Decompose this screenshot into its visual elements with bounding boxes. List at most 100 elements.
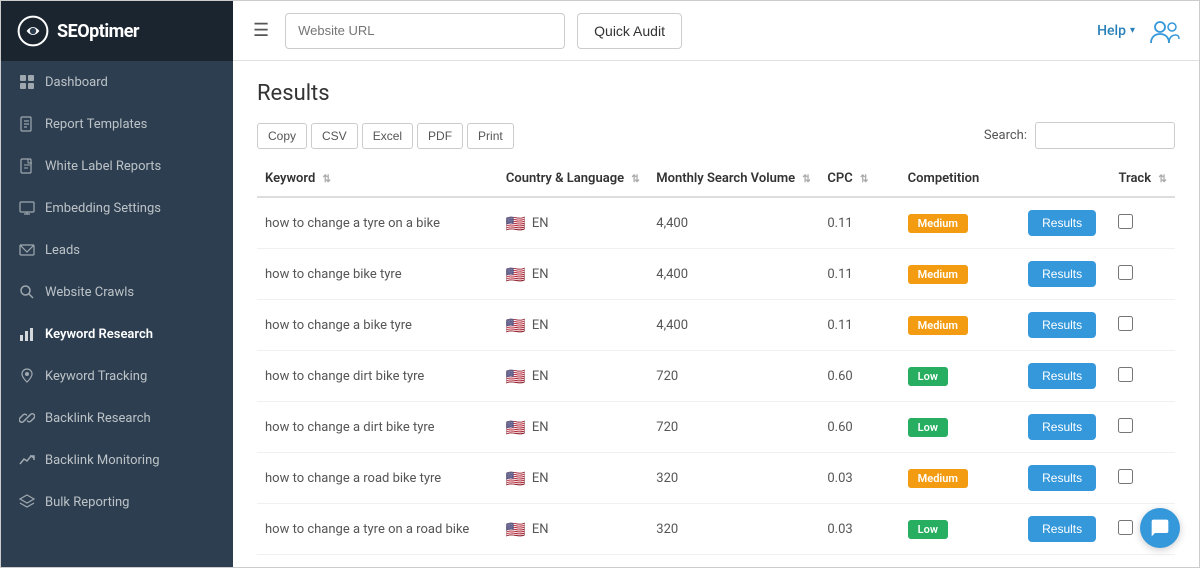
sidebar-item-keyword-tracking[interactable]: Keyword Tracking bbox=[1, 355, 233, 397]
cell-volume: 320 bbox=[648, 453, 819, 504]
hamburger-icon[interactable]: ☰ bbox=[249, 16, 273, 45]
sidebar-item-bulk-reporting[interactable]: Bulk Reporting bbox=[1, 481, 233, 523]
results-button[interactable]: Results bbox=[1028, 312, 1096, 338]
sidebar-item-backlink-research[interactable]: Backlink Research bbox=[1, 397, 233, 439]
cell-track[interactable] bbox=[1110, 453, 1175, 504]
cell-cpc: 0.11 bbox=[819, 197, 899, 249]
sidebar-item-white-label[interactable]: White Label Reports bbox=[1, 145, 233, 187]
logo-text: SEOptimer bbox=[57, 21, 139, 42]
competition-badge: Low bbox=[908, 367, 948, 386]
excel-button[interactable]: Excel bbox=[362, 123, 413, 149]
sidebar-item-bulk-reporting-label: Bulk Reporting bbox=[45, 495, 129, 510]
track-checkbox[interactable] bbox=[1118, 367, 1133, 382]
pin-icon bbox=[19, 368, 35, 384]
results-button[interactable]: Results bbox=[1028, 516, 1096, 542]
sidebar-item-keyword-research[interactable]: Keyword Research bbox=[1, 313, 233, 355]
results-button[interactable]: Results bbox=[1028, 363, 1096, 389]
mail-icon bbox=[19, 242, 35, 258]
lang-code: EN bbox=[532, 318, 549, 333]
cell-results-btn[interactable]: Results bbox=[1020, 351, 1110, 402]
track-checkbox[interactable] bbox=[1118, 418, 1133, 433]
sidebar-item-backlink-monitoring-label: Backlink Monitoring bbox=[45, 453, 160, 468]
cell-results-btn[interactable]: Results bbox=[1020, 300, 1110, 351]
cell-track[interactable] bbox=[1110, 249, 1175, 300]
cell-results-btn[interactable]: Results bbox=[1020, 197, 1110, 249]
cell-cpc: 0.03 bbox=[819, 504, 899, 555]
cell-cpc: 0.60 bbox=[819, 351, 899, 402]
pdf-button[interactable]: PDF bbox=[417, 123, 463, 149]
results-button[interactable]: Results bbox=[1028, 210, 1096, 236]
track-checkbox[interactable] bbox=[1118, 214, 1133, 229]
col-header-country[interactable]: Country & Language ⇅ bbox=[498, 161, 648, 197]
file-edit-icon bbox=[19, 116, 35, 132]
cell-results-btn[interactable]: Results bbox=[1020, 249, 1110, 300]
col-header-results bbox=[1020, 161, 1110, 197]
sidebar: SEOptimer Dashboard Report Templates Whi… bbox=[1, 1, 233, 567]
table-controls: Copy CSV Excel PDF Print Search: bbox=[257, 122, 1175, 149]
sidebar-item-website-crawls[interactable]: Website Crawls bbox=[1, 271, 233, 313]
cell-keyword: how to change bike tyre bbox=[257, 249, 498, 300]
cell-keyword: how to change a tyre on a bike bbox=[257, 197, 498, 249]
lang-code: EN bbox=[532, 471, 549, 486]
col-header-cpc[interactable]: CPC ⇅ bbox=[819, 161, 899, 197]
search-icon bbox=[19, 284, 35, 300]
cell-volume: 4,400 bbox=[648, 197, 819, 249]
sort-icon-track: ⇅ bbox=[1158, 174, 1166, 185]
sidebar-item-embedding[interactable]: Embedding Settings bbox=[1, 187, 233, 229]
track-checkbox[interactable] bbox=[1118, 316, 1133, 331]
flag-icon: 🇺🇸 bbox=[506, 367, 526, 386]
cell-results-btn[interactable]: Results bbox=[1020, 504, 1110, 555]
sort-icon-country: ⇅ bbox=[631, 174, 639, 185]
table-row: how to change a tyre on a road bike 🇺🇸 E… bbox=[257, 504, 1175, 555]
col-header-keyword[interactable]: Keyword ⇅ bbox=[257, 161, 498, 197]
sidebar-item-backlink-research-label: Backlink Research bbox=[45, 411, 151, 426]
results-button[interactable]: Results bbox=[1028, 261, 1096, 287]
monitor-icon bbox=[19, 200, 35, 216]
sort-icon-volume: ⇅ bbox=[802, 174, 810, 185]
track-checkbox[interactable] bbox=[1118, 265, 1133, 280]
results-button[interactable]: Results bbox=[1028, 465, 1096, 491]
cell-keyword: how to change dirt bike tyre bbox=[257, 351, 498, 402]
cell-results-btn[interactable]: Results bbox=[1020, 402, 1110, 453]
search-input[interactable] bbox=[1035, 122, 1175, 149]
competition-badge: Medium bbox=[908, 214, 968, 233]
cell-track[interactable] bbox=[1110, 300, 1175, 351]
copy-button[interactable]: Copy bbox=[257, 123, 307, 149]
sidebar-item-keyword-research-label: Keyword Research bbox=[45, 327, 153, 342]
cell-track[interactable] bbox=[1110, 351, 1175, 402]
logo[interactable]: SEOptimer bbox=[1, 1, 233, 61]
file-share-icon bbox=[19, 158, 35, 174]
table-row: how to change bike tyre 🇺🇸 EN 4,400 0.11… bbox=[257, 249, 1175, 300]
lang-code: EN bbox=[532, 267, 549, 282]
cell-keyword: how to change a dirt bike tyre bbox=[257, 402, 498, 453]
track-checkbox[interactable] bbox=[1118, 469, 1133, 484]
avatar[interactable] bbox=[1147, 13, 1183, 49]
cell-competition: Low bbox=[900, 504, 1020, 555]
link-icon bbox=[19, 410, 35, 426]
col-header-competition[interactable]: Competition bbox=[900, 161, 1020, 197]
track-checkbox[interactable] bbox=[1118, 520, 1133, 535]
col-volume-label: Monthly Search Volume bbox=[656, 171, 795, 186]
sidebar-item-backlink-monitoring[interactable]: Backlink Monitoring bbox=[1, 439, 233, 481]
col-header-volume[interactable]: Monthly Search Volume ⇅ bbox=[648, 161, 819, 197]
sidebar-item-report-templates[interactable]: Report Templates bbox=[1, 103, 233, 145]
help-button[interactable]: Help ▾ bbox=[1097, 23, 1135, 39]
flag-icon: 🇺🇸 bbox=[506, 469, 526, 488]
cell-country: 🇺🇸 EN bbox=[498, 300, 648, 351]
url-input[interactable] bbox=[285, 13, 565, 49]
cell-country: 🇺🇸 EN bbox=[498, 197, 648, 249]
csv-button[interactable]: CSV bbox=[311, 123, 358, 149]
cell-country: 🇺🇸 EN bbox=[498, 351, 648, 402]
cell-track[interactable] bbox=[1110, 197, 1175, 249]
sort-icon-cpc: ⇅ bbox=[860, 174, 868, 185]
col-header-track[interactable]: Track ⇅ bbox=[1110, 161, 1175, 197]
sidebar-item-leads[interactable]: Leads bbox=[1, 229, 233, 271]
chat-bubble[interactable] bbox=[1140, 508, 1180, 548]
sidebar-item-dashboard[interactable]: Dashboard bbox=[1, 61, 233, 103]
results-button[interactable]: Results bbox=[1028, 414, 1096, 440]
cell-track[interactable] bbox=[1110, 402, 1175, 453]
print-button[interactable]: Print bbox=[467, 123, 514, 149]
cell-results-btn[interactable]: Results bbox=[1020, 453, 1110, 504]
quick-audit-button[interactable]: Quick Audit bbox=[577, 13, 682, 49]
cell-cpc: 0.11 bbox=[819, 300, 899, 351]
